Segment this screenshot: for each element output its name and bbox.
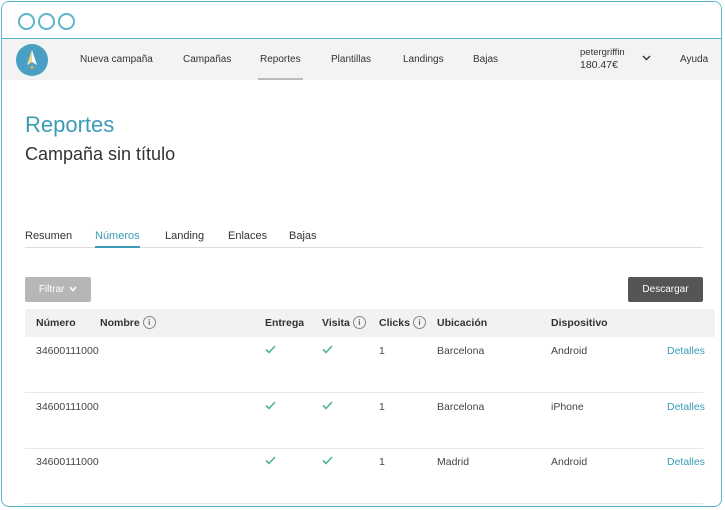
nav-item-campanas[interactable]: Campañas: [183, 39, 231, 80]
report-tabs: Resumen Números Landing Enlaces Bajas: [25, 228, 703, 248]
tab-enlaces[interactable]: Enlaces: [228, 230, 267, 242]
chevron-down-icon[interactable]: [642, 55, 651, 61]
user-menu[interactable]: petergriffin 180.47€: [580, 46, 625, 72]
details-link[interactable]: Detalles: [667, 401, 705, 413]
title-bar: [2, 2, 721, 38]
campaign-title: Campaña sin título: [25, 144, 176, 164]
filter-button[interactable]: Filtrar: [25, 277, 91, 302]
table-header: Número Nombre i Entrega Visita i Clicks i U…: [25, 309, 715, 337]
column-header-clicks[interactable]: Clicks i: [379, 309, 426, 337]
user-name: petergriffin: [580, 47, 625, 58]
check-icon: [265, 456, 276, 465]
column-header-numero[interactable]: Número: [36, 309, 76, 337]
check-icon: [322, 401, 333, 410]
cell-ubicacion: Barcelona: [437, 401, 485, 413]
download-button[interactable]: Descargar: [628, 277, 703, 302]
check-icon: [322, 456, 333, 465]
rocket-icon: [27, 50, 37, 70]
details-link[interactable]: Detalles: [667, 345, 705, 357]
column-header-entrega[interactable]: Entrega: [265, 309, 304, 337]
tab-landing[interactable]: Landing: [165, 230, 204, 242]
column-header-label: Clicks: [379, 317, 410, 329]
filter-button-label: Filtrar: [38, 284, 65, 295]
tab-resumen[interactable]: Resumen: [25, 230, 72, 242]
details-link[interactable]: Detalles: [667, 456, 705, 468]
info-icon[interactable]: i: [142, 315, 156, 329]
cell-numero: 34600111000: [36, 456, 99, 468]
nav-item-nueva-campana[interactable]: Nueva campaña: [80, 39, 153, 80]
browser-window: Nueva campaña Campañas Reportes Plantill…: [1, 1, 722, 507]
account-balance: 180.47€: [580, 59, 618, 71]
nav-item-bajas[interactable]: Bajas: [473, 39, 498, 80]
cell-ubicacion: Barcelona: [437, 345, 485, 357]
top-navbar: Nueva campaña Campañas Reportes Plantill…: [2, 38, 721, 80]
cell-clicks: 1: [379, 345, 385, 357]
column-header-visita[interactable]: Visita i: [322, 309, 366, 337]
column-header-dispositivo[interactable]: Dispositivo: [551, 309, 608, 337]
column-header-nombre[interactable]: Nombre i: [100, 309, 156, 337]
tab-bajas[interactable]: Bajas: [289, 230, 317, 242]
table-row: 34600111000 1 Barcelona iPhone Detalles: [25, 393, 705, 449]
tab-numeros[interactable]: Números: [95, 230, 140, 248]
info-icon[interactable]: i: [412, 315, 426, 329]
window-control-icon[interactable]: [18, 13, 35, 30]
cell-numero: 34600111000: [36, 401, 99, 413]
app-logo[interactable]: [16, 44, 48, 76]
cell-dispositivo: Android: [551, 456, 588, 468]
window-control-icon[interactable]: [38, 13, 55, 30]
column-header-label: Nombre: [100, 317, 140, 329]
nav-item-landings[interactable]: Landings: [403, 39, 444, 80]
cell-ubicacion: Madrid: [437, 456, 470, 468]
help-link[interactable]: Ayuda: [680, 39, 708, 80]
cell-numero: 34600111000: [36, 345, 99, 357]
window-control-icon[interactable]: [58, 13, 75, 30]
check-icon: [322, 345, 333, 354]
page-title: Reportes: [25, 112, 115, 137]
cell-clicks: 1: [379, 456, 385, 468]
info-icon[interactable]: i: [352, 315, 366, 329]
chevron-down-icon: [69, 286, 77, 293]
check-icon: [265, 401, 276, 410]
nav-item-plantillas[interactable]: Plantillas: [331, 39, 371, 80]
column-header-label: Visita: [322, 317, 350, 329]
cell-dispositivo: iPhone: [551, 401, 584, 413]
table-row: 34600111000 1 Madrid Android Detalles: [25, 448, 705, 504]
nav-item-reportes[interactable]: Reportes: [258, 39, 303, 80]
column-header-ubicacion[interactable]: Ubicación: [437, 309, 487, 337]
check-icon: [265, 345, 276, 354]
cell-dispositivo: Android: [551, 345, 588, 357]
table-row: 34600111000 1 Barcelona Android Detalles: [25, 337, 705, 393]
cell-clicks: 1: [379, 401, 385, 413]
